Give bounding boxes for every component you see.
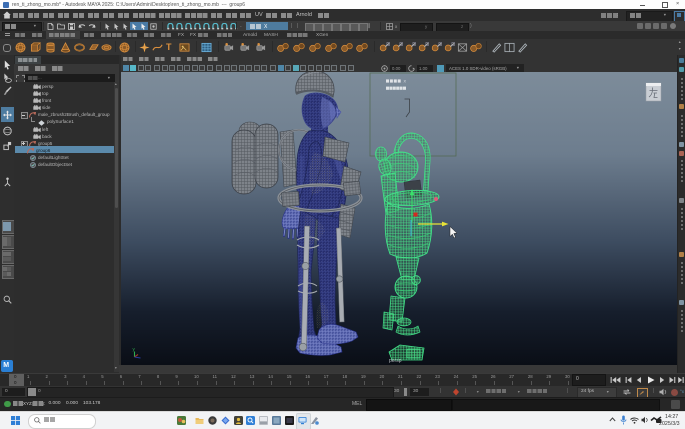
svg-text:persp: persp	[389, 358, 402, 364]
